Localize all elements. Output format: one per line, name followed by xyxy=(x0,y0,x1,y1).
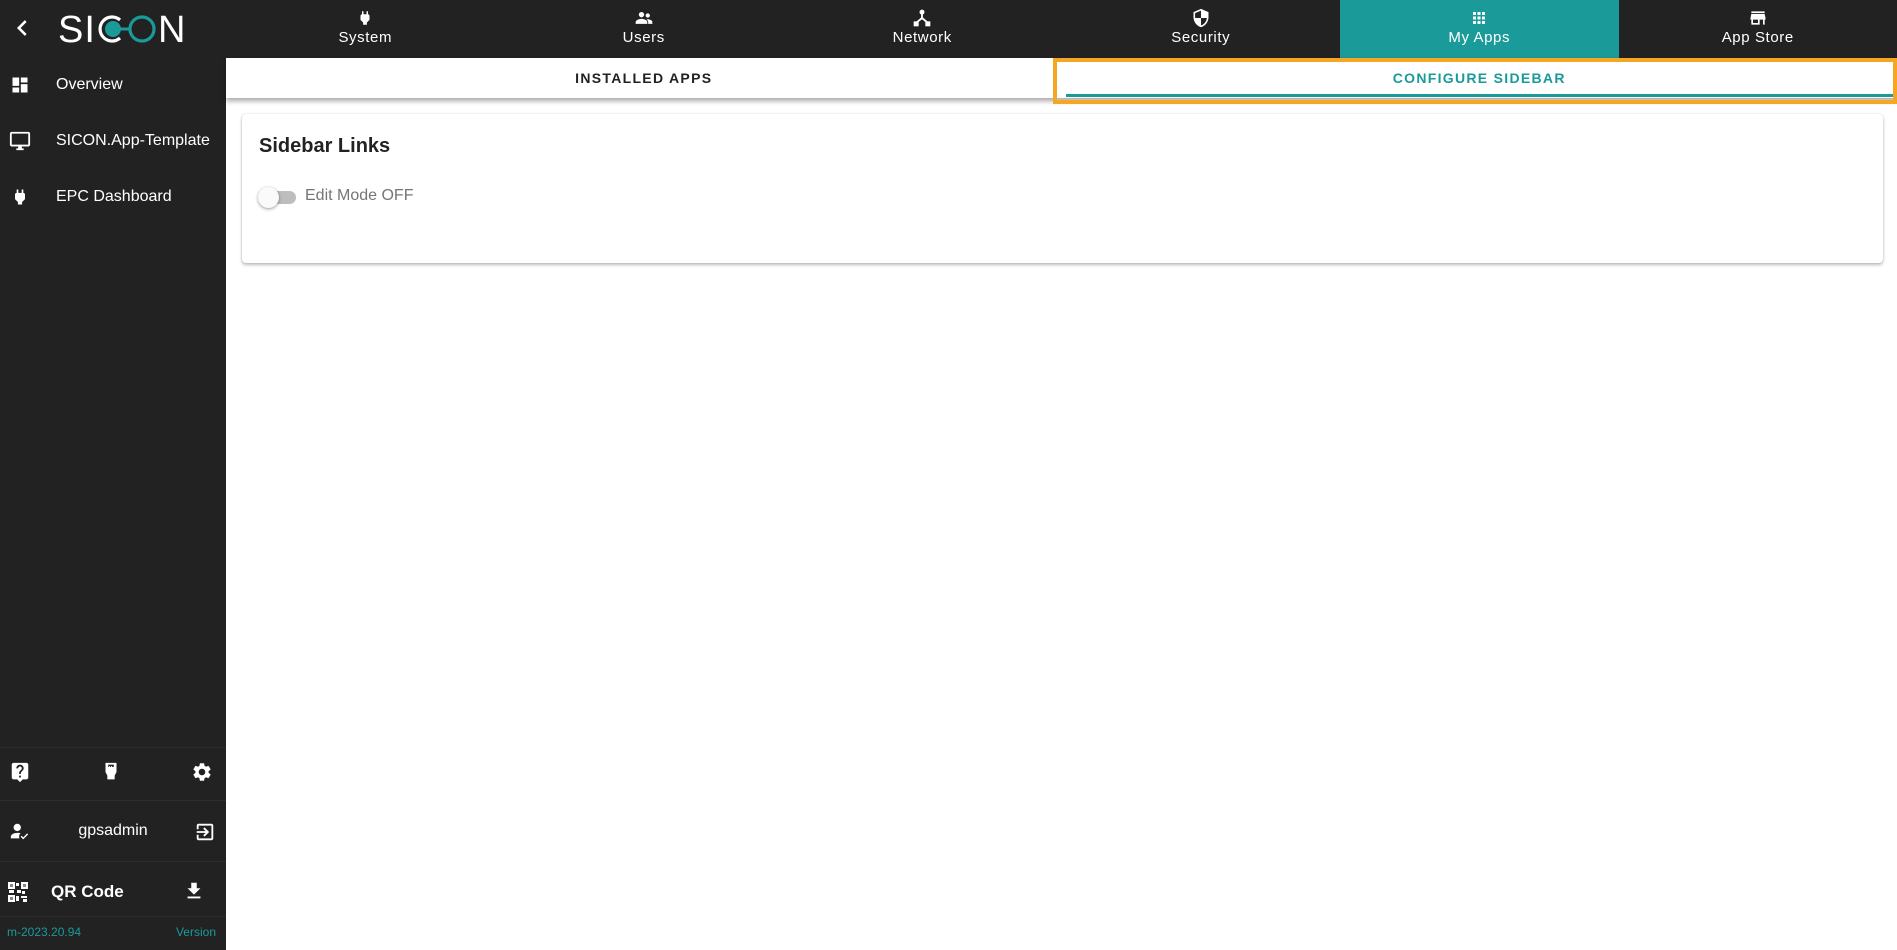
settings-button[interactable] xyxy=(190,760,214,784)
toggle-thumb xyxy=(258,187,279,208)
gear-icon xyxy=(193,763,211,781)
nav-tab-my-apps[interactable]: My Apps xyxy=(1340,0,1619,58)
logout-button[interactable] xyxy=(194,821,216,848)
sidebar-item-epc-dashboard[interactable]: EPC Dashboard xyxy=(0,173,226,221)
qr-code-label: QR Code xyxy=(51,882,124,901)
sidebar-item-label: SICON.App-Template xyxy=(56,132,210,149)
sidebar-links-card: Sidebar Links Edit Mode OFF xyxy=(242,114,1883,263)
download-button[interactable] xyxy=(183,880,205,907)
nav-tab-label: Network xyxy=(892,29,952,46)
help-icon xyxy=(11,762,29,783)
nav-tab-label: System xyxy=(338,29,393,46)
tab-installed-apps[interactable]: INSTALLED APPS xyxy=(226,58,1062,98)
nav-tab-app-store[interactable]: App Store xyxy=(1619,0,1897,58)
sidebar-tools xyxy=(0,748,226,796)
nav-tab-label: My Apps xyxy=(1448,29,1511,46)
apps-grid-icon xyxy=(1469,8,1489,28)
back-button[interactable] xyxy=(8,13,38,43)
edit-mode-label: Edit Mode OFF xyxy=(305,187,414,204)
sidebar-item-sicon-app-template[interactable]: SICON.App-Template xyxy=(0,117,226,165)
network-icon xyxy=(912,8,932,28)
tab-configure-sidebar[interactable]: CONFIGURE SIDEBAR xyxy=(1062,58,1897,98)
users-icon xyxy=(634,8,654,28)
nav-tab-system[interactable]: System xyxy=(226,0,505,58)
sidebar-item-label: Overview xyxy=(56,76,123,93)
monitor-icon xyxy=(9,130,31,152)
version-row: m-2023.20.94 Version xyxy=(0,922,226,944)
divider xyxy=(0,800,226,801)
card-title: Sidebar Links xyxy=(259,135,391,157)
plug-icon xyxy=(355,8,375,28)
sub-tabs: INSTALLED APPS CONFIGURE SIDEBAR xyxy=(226,58,1897,98)
ethernet-icon xyxy=(105,762,117,780)
download-icon xyxy=(187,882,201,899)
nav-tab-label: App Store xyxy=(1721,29,1794,46)
help-button[interactable] xyxy=(8,760,32,784)
edit-mode-toggle[interactable] xyxy=(258,186,298,208)
dashboard-icon xyxy=(9,74,31,96)
qr-code-row[interactable]: QR Code xyxy=(0,868,226,916)
shield-icon xyxy=(1191,8,1211,28)
qr-code-icon xyxy=(8,882,28,907)
nav-tab-users[interactable]: Users xyxy=(505,0,784,58)
logout-icon xyxy=(196,823,214,841)
version-link[interactable]: Version xyxy=(176,925,216,939)
user-row: gpsadmin xyxy=(0,808,226,856)
store-icon xyxy=(1748,8,1768,28)
nav-tab-label: Users xyxy=(622,29,665,46)
chevron-left-icon xyxy=(16,20,27,36)
plug-icon xyxy=(9,186,31,208)
sidebar-header: SI N xyxy=(0,0,226,58)
divider xyxy=(0,861,226,862)
nav-tab-label: Security xyxy=(1171,29,1231,46)
svg-text:SI: SI xyxy=(58,9,96,48)
ethernet-button[interactable] xyxy=(99,760,123,784)
svg-text:N: N xyxy=(158,9,185,48)
sidebar-item-overview[interactable]: Overview xyxy=(0,61,226,109)
divider xyxy=(0,916,226,917)
sidebar: SI N Overview SICON.App-Template EPC Das… xyxy=(0,0,226,950)
nav-tab-security[interactable]: Security xyxy=(1062,0,1341,58)
nav-tab-network[interactable]: Network xyxy=(783,0,1062,58)
version-number: m-2023.20.94 xyxy=(7,925,82,939)
sidebar-item-label: EPC Dashboard xyxy=(56,188,172,205)
top-nav: System Users Network Security My Apps Ap… xyxy=(226,0,1897,58)
sicon-logo: SI N xyxy=(58,9,185,48)
username: gpsadmin xyxy=(78,822,148,839)
